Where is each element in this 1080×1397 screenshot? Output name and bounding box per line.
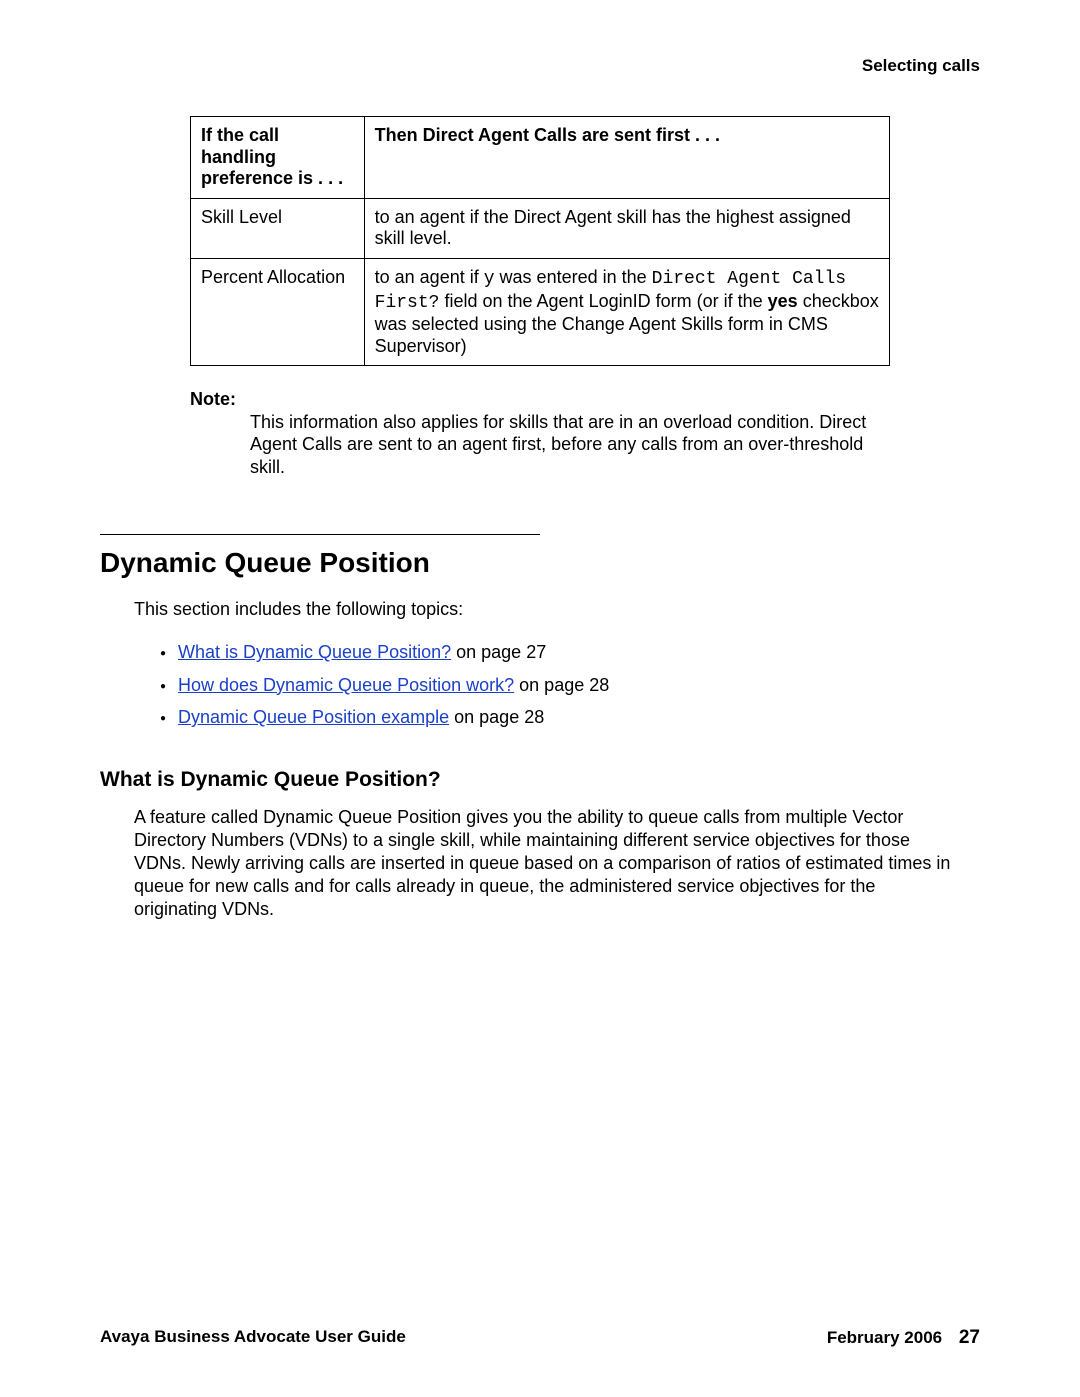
link-what-is-dqp[interactable]: What is Dynamic Queue Position?	[178, 642, 451, 662]
running-head: Selecting calls	[100, 56, 980, 76]
list-item: What is Dynamic Queue Position? on page …	[160, 636, 980, 668]
table-cell: Skill Level	[191, 198, 365, 258]
note-text: This information also applies for skills…	[250, 411, 890, 479]
bold-text: yes	[768, 291, 798, 311]
section-rule	[100, 534, 540, 535]
preference-table: If the call handling preference is . . .…	[190, 116, 890, 366]
text: to an agent if	[375, 267, 484, 287]
text: on page 28	[449, 707, 544, 727]
note-block: Note: This information also applies for …	[190, 388, 890, 478]
note-label: Note:	[190, 388, 890, 411]
text: field on the Agent LoginID form (or if t…	[439, 291, 767, 311]
link-how-does-dqp-work[interactable]: How does Dynamic Queue Position work?	[178, 675, 514, 695]
list-item: How does Dynamic Queue Position work? on…	[160, 669, 980, 701]
table-header-left: If the call handling preference is . . .	[191, 117, 365, 199]
section-heading: Dynamic Queue Position	[100, 547, 980, 579]
table-row: Skill Level to an agent if the Direct Ag…	[191, 198, 890, 258]
sub-heading: What is Dynamic Queue Position?	[100, 768, 980, 792]
footer-date: February 2006	[827, 1328, 942, 1347]
intro-text: This section includes the following topi…	[134, 599, 980, 620]
page-footer: Avaya Business Advocate User Guide Febru…	[100, 1327, 980, 1349]
body-paragraph: A feature called Dynamic Queue Position …	[134, 806, 954, 921]
table-row: Percent Allocation to an agent if y was …	[191, 258, 890, 365]
list-item: Dynamic Queue Position example on page 2…	[160, 701, 980, 733]
table-cell: Percent Allocation	[191, 258, 365, 365]
footer-doc-title: Avaya Business Advocate User Guide	[100, 1327, 406, 1347]
code-text: y	[484, 269, 495, 289]
text: on page 28	[514, 675, 609, 695]
text: was entered in the	[495, 267, 652, 287]
text: on page 27	[451, 642, 546, 662]
topic-list: What is Dynamic Queue Position? on page …	[160, 636, 980, 733]
link-dqp-example[interactable]: Dynamic Queue Position example	[178, 707, 449, 727]
table-cell: to an agent if y was entered in the Dire…	[364, 258, 889, 365]
table-header-right: Then Direct Agent Calls are sent first .…	[364, 117, 889, 199]
page: Selecting calls If the call handling pre…	[0, 0, 1080, 1397]
table-cell: to an agent if the Direct Agent skill ha…	[364, 198, 889, 258]
page-number: 27	[959, 1327, 980, 1348]
